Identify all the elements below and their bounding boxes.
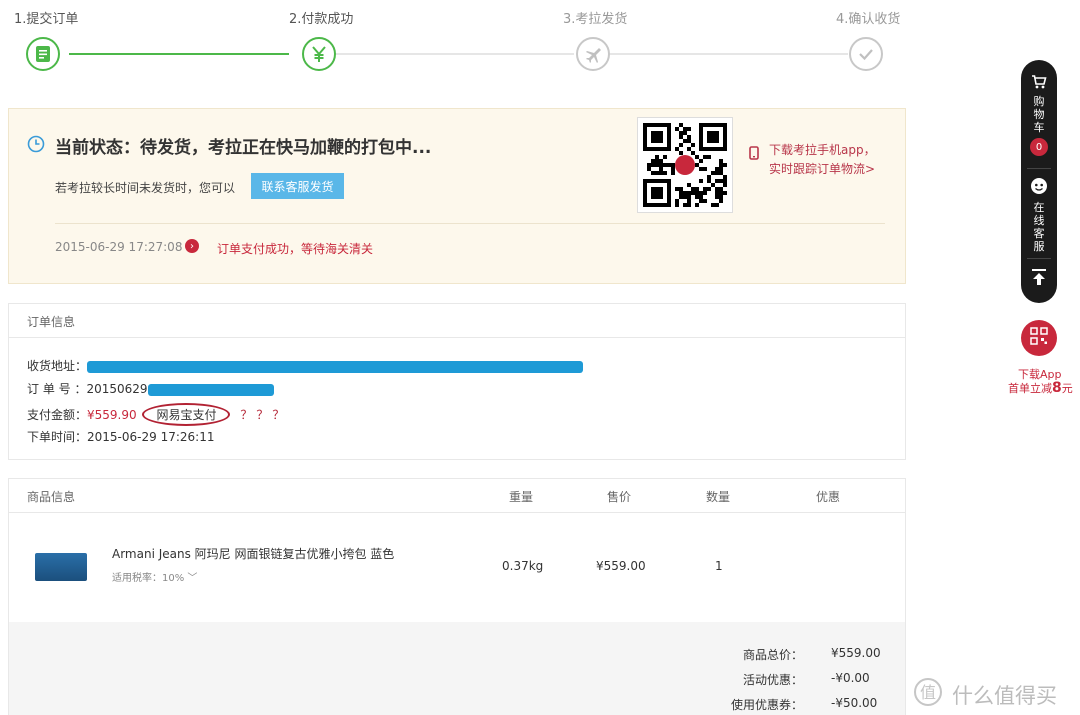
order-progress: 1.提交订单 2.付款成功 3.考拉发货 4.确认收货 [0,0,910,80]
plane-icon [576,37,610,71]
cart-icon [1031,74,1047,93]
order-info-panel: 订单信息 收货地址： 订 单 号 ：20150629 支付金额：¥559.90 … [8,303,906,460]
clock-icon [27,135,45,157]
chat-face-icon [1030,177,1048,199]
address-label: 收货地址： [27,359,88,373]
col-qty: 数量 [706,490,731,504]
back-to-top-button[interactable] [1021,268,1057,290]
divider [55,223,885,224]
cart-count-badge: 0 [1030,138,1048,156]
divider [1027,258,1051,259]
amount-value: ¥559.90 [87,408,137,422]
col-price: 售价 [607,490,632,504]
watermark-logo-icon: 值 [912,676,944,713]
col-weight: 重量 [509,490,534,504]
col-info: 商品信息 [27,490,76,504]
promo-prefix: 首单立减 [1008,382,1052,395]
phone-icon [749,145,759,164]
track-order-link[interactable]: 实时跟踪订单物流> [769,160,876,179]
floating-toolbar: 购物车 0 在线客服 [1021,60,1057,303]
pay-method-badge: 网易宝支付 [142,403,231,426]
download-app-link[interactable]: 下载考拉手机app， 实时跟踪订单物流> [769,141,876,179]
coupon-value: -¥50.00 [831,696,878,710]
step-line-done [69,53,289,55]
step-1-label: 1.提交订单 [14,12,79,27]
promo-amount: 8 [1052,380,1062,396]
product-image[interactable] [35,553,87,581]
order-time-row: 下单时间：2015-06-29 17:26:11 [27,428,214,445]
coupon-label: 使用优惠券： [730,698,803,712]
service-label: 在线客服 [1033,201,1045,253]
first-order-promo: 首单立减8元 [1008,380,1073,396]
product-weight: 0.37kg [502,559,544,573]
tax-rate-label: 适用税率：10% [112,573,185,584]
cart-button[interactable]: 购物车 0 [1021,74,1057,156]
divider [1027,168,1051,169]
total-label: 商品总价： [742,648,803,662]
total-value: ¥559.00 [831,646,881,660]
order-info-heading: 订单信息 [9,304,905,338]
order-time-label: 下单时间： [27,430,88,444]
step-2-label: 2.付款成功 [289,12,354,27]
promo-label: 活动优惠： [742,673,803,687]
promo-value: -¥0.00 [831,671,870,685]
col-discount: 优惠 [816,490,841,504]
status-message: 订单支付成功，等待海关清关 [217,242,374,256]
status-hint: 若考拉较长时间未发货时，您可以 [55,181,236,195]
amount-row: 支付金额：¥559.90 网易宝支付 ？？？ [27,403,288,426]
product-price: ¥559.00 [596,559,646,573]
order-number-label: 订 单 号 ： [27,382,87,396]
check-icon [849,37,883,71]
price-summary: 商品总价： ¥559.00 活动优惠： -¥0.00 使用优惠券： -¥50.0… [8,622,906,715]
arrow-up-icon [1031,268,1047,290]
product-table: 商品信息 重量 售价 数量 优惠 Armani Jeans 阿玛尼 网面银链复古… [8,478,906,623]
order-time-value: 2015-06-29 17:26:11 [87,430,215,444]
redacted-block [147,383,274,396]
watermark-text: 什么值得买 [952,683,1057,708]
qr-code-image [637,117,733,213]
table-header: 商品信息 重量 售价 数量 优惠 [9,479,905,513]
promo-suffix: 元 [1061,382,1073,395]
download-app-line[interactable]: 下载考拉手机app， [769,141,876,160]
cart-label: 购物车 [1033,95,1045,134]
status-title: 当前状态：待发货，考拉正在快马加鞭的打包中... [55,138,432,158]
chevron-down-icon: ﹀ [184,573,198,584]
contact-service-button[interactable]: 联系客服发货 [251,173,344,199]
receipt-icon [26,37,60,71]
download-app-qr-button[interactable] [1021,320,1057,356]
product-qty: 1 [715,559,723,573]
svg-text:值: 值 [920,683,936,702]
redacted-block [87,360,584,373]
step-line-todo [336,53,574,55]
amount-label: 支付金额： [27,408,88,422]
step-3-label: 3.考拉发货 [563,12,628,27]
address-row: 收货地址： [27,357,584,374]
pay-note: ？？？ [240,408,289,422]
tax-rate-dropdown[interactable]: 适用税率：10% ﹀ [112,569,197,584]
online-service-button[interactable]: 在线客服 [1021,177,1057,253]
status-time: 2015-06-29 17:27:08 [55,240,183,254]
yen-icon [302,37,336,71]
step-4-label: 4.确认收货 [836,12,901,27]
chevron-right-icon[interactable]: › [185,239,199,253]
order-number-prefix: 20150629 [86,382,148,396]
step-line-todo [610,53,848,55]
order-number-row: 订 单 号 ：20150629 [27,380,274,397]
product-name-link[interactable]: Armani Jeans 阿玛尼 网面银链复古优雅小挎包 蓝色 [112,545,394,562]
site-watermark: 值 什么值得买 [912,676,1057,713]
qr-code-icon [1030,327,1048,349]
order-status-panel: 当前状态：待发货，考拉正在快马加鞭的打包中... 若考拉较长时间未发货时，您可以… [8,108,906,284]
